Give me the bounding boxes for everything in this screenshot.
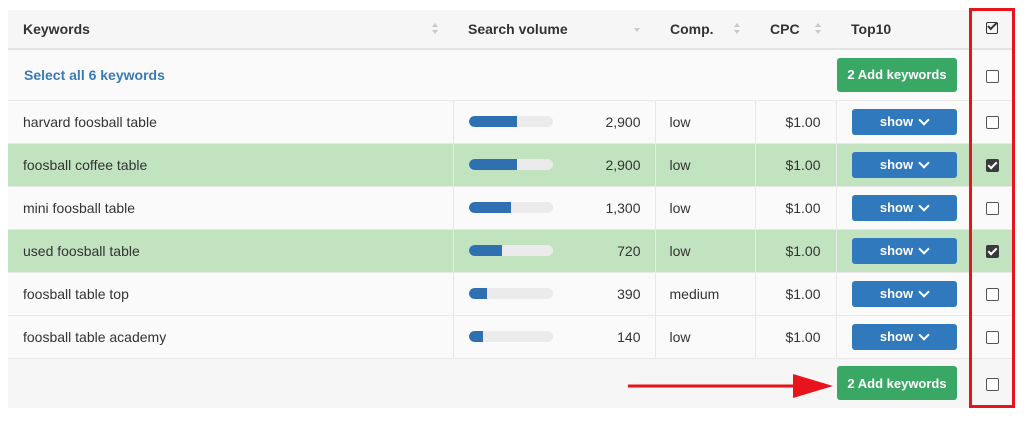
row-checkbox[interactable] (985, 331, 999, 345)
top10-show-button[interactable]: show (851, 323, 957, 350)
add-keywords-button-bottom[interactable]: 2 Add keywords (837, 366, 957, 401)
search-volume-value: 1,300 (605, 199, 641, 216)
row-checkbox[interactable] (985, 159, 999, 173)
search-volume-value: 720 (617, 242, 641, 259)
keyword-text: foosball coffee table (23, 156, 148, 173)
keyword-text: foosball table top (23, 285, 129, 302)
volume-bar-fill (468, 202, 511, 213)
search-volume-value: 390 (617, 285, 641, 302)
column-header-cpc[interactable]: CPC (755, 10, 836, 50)
chevron-down-icon (918, 156, 930, 169)
volume-bar-fill (468, 288, 487, 299)
cpc-value: $1.00 (785, 328, 821, 345)
competition-value: low (669, 113, 691, 130)
table-row[interactable]: harvard foosball table 2,900 low $1.00 show (8, 100, 1014, 144)
volume-bar (468, 159, 553, 170)
table-row[interactable]: mini foosball table 1,300 low $1.00 show (8, 186, 1014, 230)
column-header-top10: Top10 (836, 10, 970, 50)
column-header-search-volume[interactable]: Search volume (453, 10, 655, 50)
table-row[interactable]: foosball coffee table 2,900 low $1.00 show (8, 143, 1014, 187)
column-header-search-volume-label: Search volume (468, 21, 568, 37)
cpc-value: $1.00 (785, 242, 821, 259)
top10-show-button[interactable]: show (851, 151, 957, 178)
show-label: show (879, 157, 914, 172)
sort-desc-icon (634, 23, 641, 35)
competition-value: low (669, 328, 691, 345)
add-keywords-button-top[interactable]: 2 Add keywords (837, 57, 957, 92)
footer-checkbox[interactable] (985, 378, 999, 392)
volume-bar (468, 245, 553, 256)
volume-bar (468, 331, 553, 342)
keyword-text: harvard foosball table (23, 113, 157, 130)
keyword-text: foosball table academy (23, 328, 167, 345)
competition-value: low (669, 242, 691, 259)
volume-bar (468, 288, 553, 299)
top10-show-button[interactable]: show (851, 280, 957, 307)
column-header-keywords-label: Keywords (23, 21, 90, 37)
chevron-down-icon (918, 113, 930, 126)
top10-show-button[interactable]: show (851, 194, 957, 221)
volume-bar-fill (468, 159, 518, 170)
keyword-text: mini foosball table (23, 199, 136, 216)
search-volume-value: 2,900 (605, 113, 641, 130)
cpc-value: $1.00 (785, 156, 821, 173)
table-row[interactable]: foosball table top 390 medium $1.00 show (8, 272, 1014, 316)
column-header-top10-label: Top10 (851, 21, 892, 37)
sort-icon (432, 23, 439, 35)
volume-bar (468, 202, 553, 213)
keyword-text: used foosball table (23, 242, 140, 259)
row-checkbox[interactable] (985, 288, 999, 302)
row-checkbox[interactable] (985, 245, 999, 259)
show-label: show (879, 329, 914, 344)
search-volume-value: 140 (617, 328, 641, 345)
row-checkbox[interactable] (985, 202, 999, 216)
table-header-row: Keywords Search volume Comp. CPC Top10 (8, 10, 1014, 50)
volume-bar-fill (468, 116, 518, 127)
show-label: show (879, 200, 914, 215)
select-all-row: Select all 6 keywords 2 Add keywords (8, 49, 1014, 101)
column-header-comp[interactable]: Comp. (655, 10, 755, 50)
volume-bar-fill (468, 245, 503, 256)
cpc-value: $1.00 (785, 199, 821, 216)
chevron-down-icon (918, 285, 930, 298)
competition-value: low (669, 199, 691, 216)
table-row[interactable]: used foosball table 720 low $1.00 show (8, 229, 1014, 273)
chevron-down-icon (918, 328, 930, 341)
show-label: show (879, 286, 914, 301)
select-all-link[interactable]: Select all 6 keywords (8, 67, 165, 83)
top10-show-button[interactable]: show (851, 237, 957, 264)
column-header-select[interactable] (970, 10, 1014, 50)
red-arrow-annotation (628, 374, 833, 398)
sort-icon (815, 23, 822, 35)
cpc-value: $1.00 (785, 113, 821, 130)
competition-value: low (669, 156, 691, 173)
volume-bar (468, 116, 553, 127)
table-row[interactable]: foosball table academy 140 low $1.00 show (8, 315, 1014, 359)
show-label: show (879, 243, 914, 258)
keywords-table: Keywords Search volume Comp. CPC Top10 S… (8, 10, 1014, 408)
chevron-down-icon (918, 242, 930, 255)
cpc-value: $1.00 (785, 285, 821, 302)
footer-row: 2 Add keywords (8, 358, 1014, 408)
chevron-down-icon (918, 199, 930, 212)
show-label: show (879, 114, 914, 129)
top10-show-button[interactable]: show (851, 108, 957, 135)
row-checkbox[interactable] (985, 116, 999, 130)
sort-icon (734, 23, 741, 35)
select-all-checkbox[interactable] (985, 69, 999, 83)
search-volume-value: 2,900 (605, 156, 641, 173)
column-header-keywords[interactable]: Keywords (8, 10, 453, 50)
competition-value: medium (669, 285, 720, 302)
checkbox-check-icon[interactable] (986, 22, 998, 34)
column-header-cpc-label: CPC (770, 21, 800, 37)
volume-bar-fill (468, 331, 483, 342)
